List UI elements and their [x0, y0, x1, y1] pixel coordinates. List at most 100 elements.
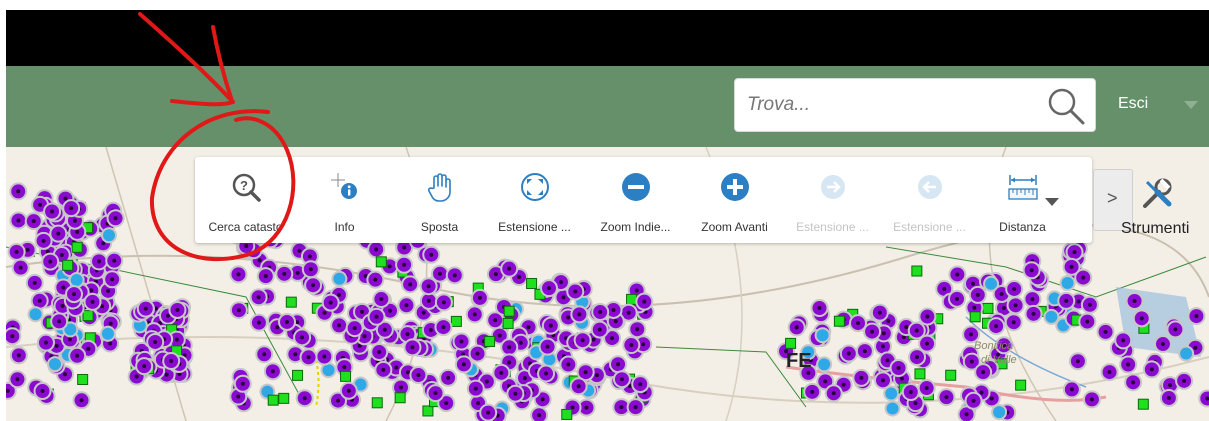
map-marker-center — [981, 370, 986, 375]
map-marker-square[interactable] — [1137, 398, 1149, 410]
map-marker-center — [308, 267, 313, 272]
logout-link[interactable]: Esci — [1118, 95, 1148, 113]
map-marker-center — [613, 319, 618, 324]
map-marker-square[interactable] — [982, 302, 994, 314]
map-marker-center — [1126, 362, 1131, 367]
map-marker-center — [1013, 303, 1018, 308]
tool-sposta[interactable]: Sposta — [392, 157, 487, 243]
map-marker-point[interactable] — [814, 327, 831, 344]
map-marker-center — [486, 410, 491, 415]
map-marker-center — [37, 298, 42, 303]
map-marker-square[interactable] — [71, 241, 83, 253]
search-input[interactable] — [747, 91, 1037, 119]
tool-zoom-indietro[interactable]: Zoom Indie... — [588, 157, 683, 243]
map-marker-center — [90, 299, 95, 304]
map-marker-square[interactable] — [945, 369, 957, 381]
tool-estensione-completa[interactable]: Estensione ... — [487, 157, 582, 243]
full-extent-icon — [520, 173, 549, 201]
tool-estensione-precedente[interactable]: Estensione ... — [882, 157, 977, 243]
map-marker-center — [387, 264, 392, 269]
map-marker-square[interactable] — [503, 305, 515, 317]
map-marker-point[interactable] — [991, 404, 1008, 421]
map-marker-center — [59, 253, 64, 258]
map-marker-square[interactable] — [626, 293, 638, 305]
map-marker-center — [594, 373, 599, 378]
map-marker-point[interactable] — [884, 400, 901, 417]
map-marker-point[interactable] — [46, 356, 63, 373]
map-marker-center — [904, 325, 909, 330]
tool-distanza[interactable]: Distanza — [975, 157, 1070, 243]
map-marker-square[interactable] — [77, 373, 89, 385]
map-marker-center — [558, 280, 563, 285]
map-marker-center — [484, 379, 489, 384]
search-icon[interactable] — [1045, 85, 1087, 127]
map-marker-point[interactable] — [1059, 275, 1076, 292]
map-marker-center — [337, 323, 342, 328]
map-area-label: di Valle — [981, 354, 1017, 366]
map-marker-square[interactable] — [484, 335, 496, 347]
map-marker-point[interactable] — [101, 227, 118, 244]
map-marker-center — [1064, 298, 1069, 303]
map-marker-square[interactable] — [502, 317, 514, 329]
map-marker-square[interactable] — [911, 265, 923, 277]
map-marker-square[interactable] — [969, 311, 981, 323]
map-marker-square[interactable] — [285, 296, 297, 308]
tool-info[interactable]: Info — [297, 157, 392, 243]
chevron-down-icon[interactable] — [1184, 101, 1198, 109]
map-marker-center — [972, 305, 977, 310]
map-marker-square[interactable] — [267, 394, 279, 406]
map-marker-square[interactable] — [914, 368, 926, 380]
tools-wrench-screwdriver-icon — [1143, 178, 1172, 208]
tool-cerca-catasto[interactable]: ? Cerca catasto — [198, 157, 293, 243]
map-marker-square[interactable] — [375, 256, 387, 268]
measure-distance-icon — [1007, 175, 1038, 200]
map-marker-square[interactable] — [785, 337, 797, 349]
tool-estensione-successiva[interactable]: Estensione ... — [785, 157, 880, 243]
map-marker-square[interactable] — [278, 392, 290, 404]
map-marker-center — [561, 295, 566, 300]
tool-zoom-avanti[interactable]: Zoom Avanti — [687, 157, 782, 243]
map-marker-center — [402, 245, 407, 250]
map-marker-center — [545, 344, 550, 349]
map-marker-center — [955, 272, 960, 277]
map-marker-center — [112, 258, 117, 263]
map-marker-point[interactable] — [1043, 308, 1060, 325]
map-marker-square[interactable] — [450, 315, 462, 327]
map-marker-square[interactable] — [422, 405, 434, 417]
map-marker-center — [1166, 395, 1171, 400]
map-marker-center — [446, 375, 451, 380]
map-marker-center — [374, 247, 379, 252]
map-marker-point[interactable] — [816, 356, 833, 373]
map-marker-square[interactable] — [394, 392, 406, 404]
map-marker-center — [497, 333, 502, 338]
map-marker-center — [57, 319, 62, 324]
map-marker-center — [16, 189, 21, 194]
map-marker-center — [134, 374, 139, 379]
map-marker-center — [394, 365, 399, 370]
map-marker-center — [15, 377, 20, 382]
map-marker-center — [441, 325, 446, 330]
map-marker-point[interactable] — [1178, 345, 1195, 362]
map-marker-center — [611, 307, 616, 312]
map-marker-point[interactable] — [331, 270, 348, 287]
map-marker-square[interactable] — [371, 397, 383, 409]
tools-menu-button[interactable]: Strumenti — [1121, 169, 1209, 241]
map-marker-square[interactable] — [833, 315, 845, 327]
map-marker-center — [452, 273, 457, 278]
map-marker-square[interactable] — [1015, 379, 1027, 391]
map-marker-center — [101, 241, 106, 246]
map-marker-square[interactable] — [292, 369, 304, 381]
map-marker-point[interactable] — [27, 306, 44, 323]
map-marker-center — [914, 328, 919, 333]
map-marker-point[interactable] — [99, 325, 116, 342]
chevron-down-icon[interactable] — [1045, 197, 1059, 207]
map-marker-center — [548, 323, 553, 328]
map-marker-center — [297, 248, 302, 253]
map-marker-point[interactable] — [983, 275, 1000, 292]
map-marker-square[interactable] — [561, 408, 573, 420]
map-marker-square[interactable] — [340, 370, 352, 382]
map-marker-square[interactable] — [526, 277, 538, 289]
map-marker-center — [475, 351, 480, 356]
map-marker-square[interactable] — [62, 259, 74, 271]
map-marker-square[interactable] — [82, 310, 94, 322]
